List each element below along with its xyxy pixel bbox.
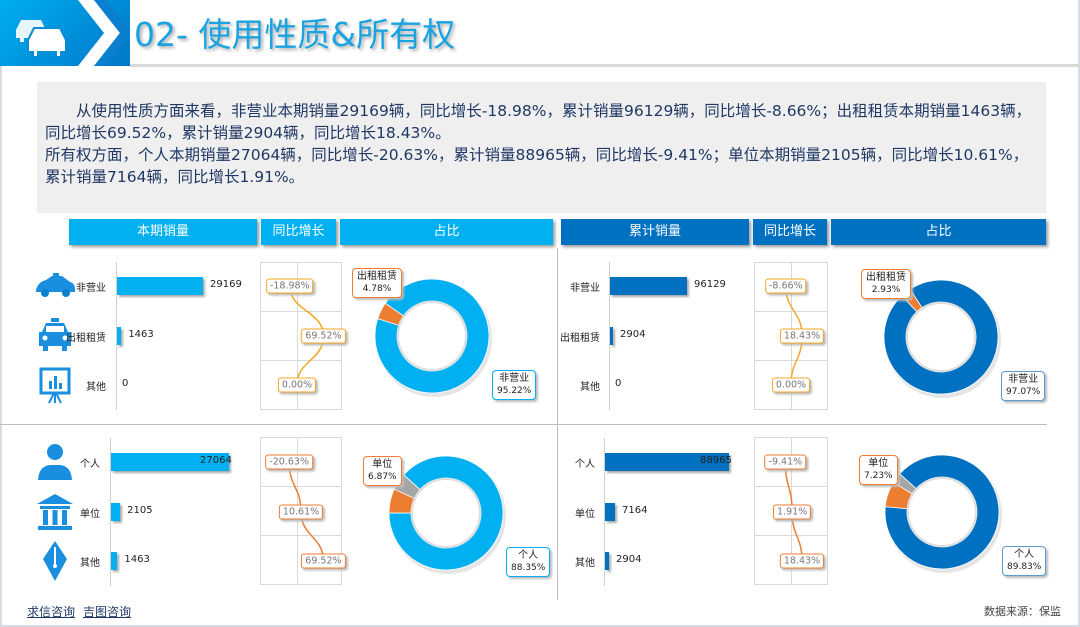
usage-current-bar bbox=[117, 277, 203, 295]
usage-cumulative-growth-label: 0.00% bbox=[771, 377, 811, 393]
ownership-cumulative-row-label: 单位 bbox=[575, 509, 595, 520]
header-cumulative-sales: 累计销量 bbox=[561, 219, 749, 245]
header-share-left: 占比 bbox=[340, 219, 553, 245]
header-yoy-left: 同比增长 bbox=[261, 219, 336, 245]
usage-cumulative-bar bbox=[610, 327, 613, 345]
usage-cumulative-row-label: 非营业 bbox=[570, 283, 600, 294]
callout-pct: 7.23% bbox=[864, 471, 893, 481]
summary-usage: 从使用性质方面来看，非营业本期销量29169辆，同比增长-18.98%，累计销量… bbox=[45, 102, 1032, 142]
ownership-current-row-label: 单位 bbox=[80, 509, 100, 520]
callout-pct: 2.93% bbox=[871, 285, 901, 295]
ownership-cumulative-row-label: 其他 bbox=[575, 558, 595, 569]
ownership-cumulative-bar-value: 7164 bbox=[621, 505, 648, 516]
ownership-current-bar bbox=[111, 503, 121, 521]
callout-label: 非营业 bbox=[499, 373, 530, 384]
data-source: 数据来源：保监 bbox=[984, 605, 1061, 618]
ownership-current-bar-value: 2105 bbox=[127, 505, 153, 516]
person-icon bbox=[38, 444, 72, 480]
ownership-current-callout-small: 单位 6.87% bbox=[363, 456, 402, 486]
usage-current-callout-small: 出租租赁 4.78% bbox=[352, 268, 402, 298]
header-current-sales: 本期销量 bbox=[69, 219, 257, 245]
usage-cumulative-bar bbox=[610, 277, 687, 295]
usage-cumulative-callout-small: 出租租赁 2.93% bbox=[861, 269, 911, 299]
callout-label: 非营业 bbox=[1008, 374, 1039, 385]
ownership-cumulative-growth-label: 18.43% bbox=[779, 553, 825, 569]
callout-pct: 97.07% bbox=[1006, 387, 1041, 397]
usage-cumulative-bar-value: 2904 bbox=[620, 329, 646, 340]
ownership-current-bar bbox=[111, 552, 118, 570]
ownership-cumulative-growth-label: 1.91% bbox=[773, 504, 812, 520]
ownership-current-bar-value: 27064 bbox=[200, 455, 232, 466]
footer-link-jitu[interactable]: 吉图咨询 bbox=[83, 605, 131, 619]
usage-cumulative-bar-value: 0 bbox=[615, 378, 622, 389]
usage-current-callout-main: 非营业 95.22% bbox=[492, 370, 537, 400]
ownership-cumulative-row-label: 个人 bbox=[575, 459, 595, 470]
usage-current-growth-label: 69.52% bbox=[301, 328, 346, 344]
usage-cumulative-bar-value: 96129 bbox=[694, 279, 726, 290]
usage-current-row-label: 出租租赁 bbox=[66, 333, 106, 344]
callout-pct: 4.78% bbox=[362, 284, 392, 294]
callout-pct: 88.35% bbox=[511, 563, 546, 573]
ownership-cumulative-callout-small: 单位 7.23% bbox=[859, 455, 898, 485]
pen-nib-icon bbox=[43, 541, 67, 581]
usage-cumulative-row-label: 出租租赁 bbox=[560, 333, 600, 344]
usage-current-growth-gridline bbox=[260, 311, 342, 312]
footer-links: 求信咨询 吉图咨询 bbox=[27, 603, 139, 620]
ownership-current-row-label: 其他 bbox=[80, 558, 100, 569]
ownership-cumulative-callout-main: 个人 89.83% bbox=[1002, 546, 1047, 576]
usage-current-growth-label: -18.98% bbox=[265, 278, 314, 294]
callout-pct: 95.22% bbox=[497, 386, 532, 396]
usage-current-bar-value: 0 bbox=[122, 378, 129, 389]
callout-label: 个人 bbox=[518, 550, 539, 561]
callout-label: 出租租赁 bbox=[357, 271, 397, 282]
callout-label: 单位 bbox=[868, 458, 889, 469]
header-yoy-right: 同比增长 bbox=[753, 219, 827, 245]
summary-box: 从使用性质方面来看，非营业本期销量29169辆，同比增长-18.98%，累计销量… bbox=[37, 82, 1046, 213]
ownership-cumulative-bar bbox=[605, 503, 615, 521]
usage-cumulative-growth-label: 18.43% bbox=[779, 328, 825, 344]
ownership-cumulative-bar bbox=[605, 552, 610, 570]
header-share-right: 占比 bbox=[831, 219, 1046, 245]
footer-link-qiuxin[interactable]: 求信咨询 bbox=[27, 605, 75, 619]
institution-icon bbox=[37, 494, 73, 530]
ownership-current-growth-label: -20.63% bbox=[265, 454, 313, 470]
header-underline bbox=[130, 64, 1080, 67]
usage-current-bar-value: 29169 bbox=[210, 279, 242, 290]
usage-cumulative-growth-gridline bbox=[754, 311, 828, 312]
horizontal-divider bbox=[0, 424, 1047, 425]
ownership-current-growth-label: 10.61% bbox=[278, 504, 324, 520]
taxi-car-icon bbox=[36, 273, 75, 297]
callout-label: 单位 bbox=[372, 459, 393, 470]
usage-current-bar-value: 1463 bbox=[128, 329, 154, 340]
ownership-current-row-label: 个人 bbox=[80, 459, 100, 470]
presentation-board-icon bbox=[39, 367, 71, 404]
callout-pct: 89.83% bbox=[1007, 562, 1042, 572]
callout-label: 个人 bbox=[1014, 549, 1035, 560]
usage-current-growth-label: 0.00% bbox=[277, 377, 317, 393]
callout-label: 出租租赁 bbox=[866, 272, 906, 283]
ownership-cumulative-growth-gridline bbox=[754, 535, 828, 536]
summary-ownership: 所有权方面，个人本期销量27064辆，同比增长-20.63%，累计销量88965… bbox=[45, 146, 1029, 186]
ownership-current-growth-gridline bbox=[260, 486, 342, 487]
ownership-cumulative-growth-label: -9.41% bbox=[764, 454, 807, 470]
ownership-current-growth-label: 69.52% bbox=[301, 553, 346, 569]
ownership-current-bar-value: 1463 bbox=[124, 554, 150, 565]
ownership-current-growth-gridline bbox=[260, 535, 342, 536]
ownership-cumulative-bar-value: 88965 bbox=[700, 455, 732, 466]
usage-current-bar bbox=[117, 327, 122, 345]
usage-current-row-label: 非营业 bbox=[76, 283, 106, 294]
header-chevron-icon bbox=[78, 0, 128, 66]
usage-cumulative-row-label: 其他 bbox=[580, 382, 600, 393]
ownership-current-callout-main: 个人 88.35% bbox=[506, 547, 551, 577]
usage-current-row-label: 其他 bbox=[86, 382, 106, 393]
usage-cumulative-growth-gridline bbox=[754, 360, 828, 361]
usage-current-growth-gridline bbox=[260, 360, 342, 361]
cars-icon bbox=[16, 20, 67, 58]
page-title: 02- 使用性质&所有权 bbox=[134, 15, 456, 54]
callout-pct: 6.87% bbox=[368, 472, 397, 482]
ownership-cumulative-bar-value: 2904 bbox=[616, 554, 642, 565]
usage-cumulative-growth-label: -8.66% bbox=[764, 278, 807, 294]
usage-cumulative-callout-main: 非营业 97.07% bbox=[1001, 371, 1046, 401]
ownership-cumulative-growth-gridline bbox=[754, 486, 828, 487]
